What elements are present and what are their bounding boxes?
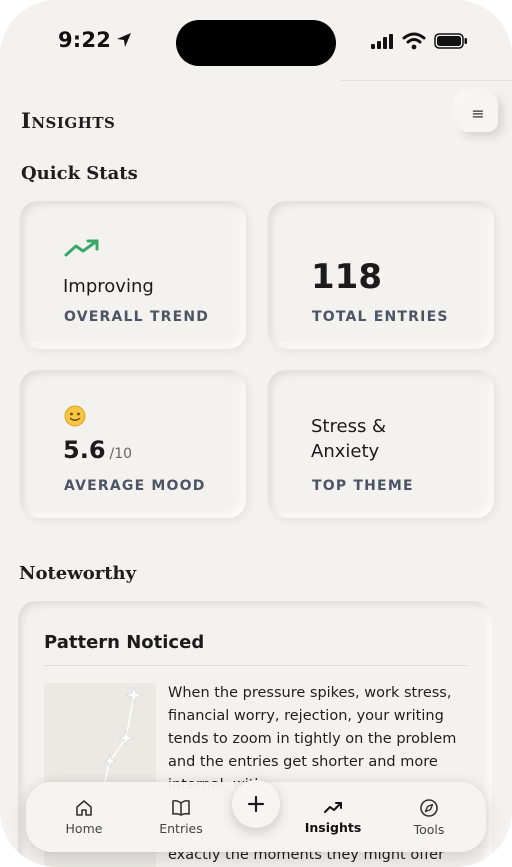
top-theme-value: Stress & Anxiety bbox=[311, 414, 386, 464]
stat-label: OVERALL TREND bbox=[64, 309, 210, 325]
nav-entries-label: Entries bbox=[159, 820, 203, 836]
stat-value-line2: Anxiety bbox=[311, 441, 380, 462]
menu-button[interactable]: ≡ bbox=[458, 94, 498, 132]
header-divider bbox=[340, 80, 512, 81]
dynamic-island bbox=[176, 20, 336, 66]
stat-label: AVERAGE MOOD bbox=[64, 478, 206, 494]
nav-home[interactable]: Home bbox=[44, 782, 124, 852]
nav-insights-label: Insights bbox=[304, 819, 362, 835]
stat-unit: /10 bbox=[109, 446, 133, 462]
home-icon bbox=[76, 799, 92, 816]
mood-value-group: 5.6 /10 bbox=[63, 436, 132, 464]
smiley-emoji-icon bbox=[64, 405, 86, 427]
trending-up-icon bbox=[64, 239, 99, 257]
hamburger-menu-icon: ≡ bbox=[471, 103, 485, 123]
wifi-icon bbox=[402, 32, 426, 50]
battery-icon bbox=[434, 33, 467, 49]
app-screen: 9:22 Insights ≡ Quick Stats Improving OV… bbox=[0, 0, 512, 867]
stat-label: TOTAL ENTRIES bbox=[312, 309, 449, 325]
divider bbox=[44, 665, 467, 666]
stat-card-overall-trend: Improving OVERALL TREND bbox=[20, 201, 246, 349]
stat-value: 5.6 bbox=[63, 436, 106, 464]
plus-icon bbox=[247, 795, 265, 813]
book-icon bbox=[172, 799, 190, 816]
status-time-text: 9:22 bbox=[58, 28, 112, 52]
stat-label: TOP THEME bbox=[312, 478, 414, 494]
nav-tools-label: Tools bbox=[413, 821, 445, 837]
nav-insights[interactable]: Insights bbox=[293, 782, 373, 852]
status-icons bbox=[370, 32, 468, 50]
pattern-card-body: When the pressure spikes, work stress, f… bbox=[168, 685, 457, 793]
stat-card-total-entries: 118 TOTAL ENTRIES bbox=[268, 201, 494, 349]
quick-stats-title: Quick Stats bbox=[21, 163, 138, 184]
nav-tools[interactable]: Tools bbox=[389, 782, 469, 852]
new-entry-button[interactable] bbox=[232, 780, 280, 828]
noteworthy-title: Noteworthy bbox=[19, 563, 137, 584]
location-arrow-icon bbox=[117, 33, 132, 47]
nav-entries[interactable]: Entries bbox=[141, 782, 221, 852]
stat-value: Improving bbox=[63, 276, 154, 297]
status-time: 9:22 bbox=[58, 28, 133, 52]
compass-icon bbox=[420, 798, 438, 817]
nav-home-label: Home bbox=[65, 820, 103, 836]
cellular-signal-icon bbox=[371, 34, 393, 49]
stat-value-line1: Stress & bbox=[311, 416, 387, 437]
stat-card-average-mood: 5.6 /10 AVERAGE MOOD bbox=[20, 370, 246, 518]
page-title: Insights bbox=[21, 108, 116, 133]
pattern-card-title: Pattern Noticed bbox=[44, 632, 205, 653]
stat-card-top-theme: Stress & Anxiety TOP THEME bbox=[268, 370, 494, 518]
stat-value: 118 bbox=[311, 257, 382, 297]
trending-up-icon bbox=[324, 801, 342, 813]
